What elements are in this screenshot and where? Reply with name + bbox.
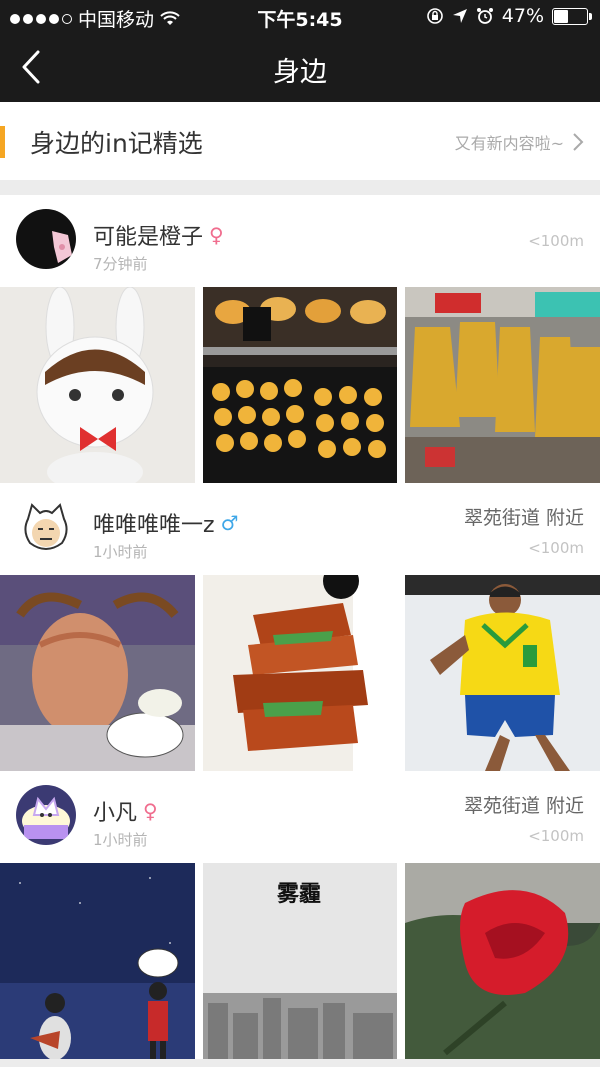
banner-more-link[interactable]: 又有新内容啦~ bbox=[455, 130, 584, 154]
male-icon: ♂ bbox=[220, 511, 239, 535]
post-location: 翠苑街道 附近 bbox=[463, 795, 584, 817]
banner-more-label: 又有新内容啦~ bbox=[454, 134, 564, 153]
photo-thumbnail[interactable] bbox=[202, 287, 398, 483]
post-card[interactable]: 小凡 ♀ 1小时前 翠苑街道 附近 <100m 雾霾 bbox=[0, 771, 600, 1059]
status-bar: 中国移动 下午5:45 47% bbox=[0, 0, 600, 32]
alarm-icon bbox=[476, 8, 493, 24]
female-icon: ♀ bbox=[209, 223, 224, 247]
banner-title: 身边的in记精选 bbox=[30, 129, 203, 158]
post-location: 翠苑街道 附近 bbox=[463, 507, 584, 529]
post-header: 可能是橙子 ♀ 7分钟前 <100m bbox=[0, 195, 600, 287]
female-icon: ♀ bbox=[143, 799, 158, 823]
post-distance: <100m bbox=[528, 539, 584, 557]
photo-thumbnail[interactable] bbox=[405, 863, 600, 1059]
accent-bar bbox=[0, 126, 5, 158]
photo-thumbnail[interactable]: 雾霾 bbox=[202, 863, 398, 1059]
post-header: 小凡 ♀ 1小时前 翠苑街道 附近 <100m bbox=[0, 771, 600, 863]
post-username[interactable]: 唯唯唯唯一z ♂ bbox=[93, 507, 239, 539]
post-card[interactable]: 唯唯唯唯一z ♂ 1小时前 翠苑街道 附近 <100m bbox=[0, 483, 600, 771]
photo-thumbnail[interactable] bbox=[405, 575, 600, 771]
photo-thumbnail[interactable] bbox=[0, 575, 195, 771]
navigation-bar: 身边 bbox=[0, 32, 600, 102]
post-time: 1小时前 bbox=[93, 543, 148, 561]
post-distance: <100m bbox=[528, 232, 584, 250]
avatar[interactable] bbox=[16, 497, 76, 557]
post-header: 唯唯唯唯一z ♂ 1小时前 翠苑街道 附近 <100m bbox=[0, 483, 600, 575]
avatar[interactable] bbox=[16, 209, 76, 269]
post-username[interactable]: 小凡 ♀ bbox=[93, 795, 158, 827]
post-card[interactable]: 可能是橙子 ♀ 7分钟前 <100m bbox=[0, 195, 600, 483]
photo-thumbnail[interactable] bbox=[405, 287, 600, 483]
battery-icon bbox=[552, 7, 592, 25]
post-time: 7分钟前 bbox=[93, 255, 148, 273]
page-title: 身边 bbox=[273, 57, 327, 88]
photo-grid bbox=[0, 575, 600, 771]
chevron-right-icon bbox=[573, 133, 584, 151]
post-time: 1小时前 bbox=[93, 831, 148, 849]
status-right: 47% bbox=[426, 5, 592, 27]
haze-title-text: 雾霾 bbox=[277, 881, 321, 907]
photo-grid bbox=[0, 287, 600, 483]
rotation-lock-icon bbox=[426, 8, 443, 24]
post-distance: <100m bbox=[528, 827, 584, 845]
feed-list: 可能是橙子 ♀ 7分钟前 <100m 唯唯唯唯一z ♂ 1小时前 翠苑街道 附近… bbox=[0, 195, 600, 1059]
post-username[interactable]: 可能是橙子 ♀ bbox=[93, 219, 224, 251]
location-arrow-icon bbox=[452, 9, 467, 23]
photo-thumbnail[interactable] bbox=[0, 287, 195, 483]
photo-thumbnail[interactable] bbox=[202, 575, 398, 771]
avatar[interactable] bbox=[16, 785, 76, 845]
featured-banner[interactable]: 身边的in记精选 又有新内容啦~ bbox=[0, 102, 600, 180]
photo-grid: 雾霾 bbox=[0, 863, 600, 1059]
photo-thumbnail[interactable] bbox=[0, 863, 195, 1059]
battery-percent: 47% bbox=[501, 5, 544, 27]
